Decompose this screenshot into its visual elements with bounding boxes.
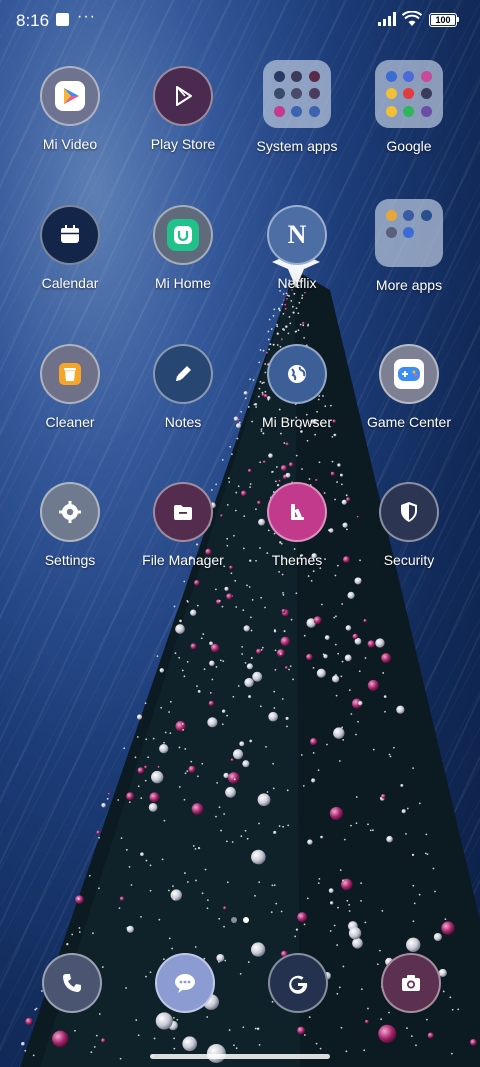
page-dot[interactable] xyxy=(231,917,237,923)
app-label: System apps xyxy=(256,138,338,154)
globe-icon[interactable] xyxy=(267,344,327,404)
app-mi-browser[interactable]: Mi Browser xyxy=(241,344,353,430)
more-notifications-icon: ··· xyxy=(77,8,96,25)
app-label: Google xyxy=(386,138,432,154)
dock-messaging[interactable] xyxy=(155,953,215,1013)
app-label: Play Store xyxy=(150,136,216,152)
app-system-apps[interactable]: System apps xyxy=(241,60,353,154)
home-indicator[interactable] xyxy=(150,1054,330,1059)
app-label: File Manager xyxy=(142,552,224,568)
netflix-icon[interactable]: N xyxy=(267,205,327,265)
app-netflix[interactable]: N Netflix xyxy=(241,205,353,291)
message-icon xyxy=(172,970,198,996)
app-more-apps[interactable]: More apps xyxy=(353,199,465,293)
battery-level: 100 xyxy=(431,15,455,25)
app-label: Security xyxy=(383,552,435,568)
app-settings[interactable]: Settings xyxy=(14,482,126,568)
app-label: Themes xyxy=(271,552,323,568)
status-bar: 8:16 ··· 100 xyxy=(0,0,480,42)
app-play-store[interactable]: Play Store xyxy=(127,66,239,152)
app-label: Netflix xyxy=(277,275,317,291)
themes-icon[interactable] xyxy=(267,482,327,542)
phone-icon xyxy=(59,970,85,996)
app-security[interactable]: Security xyxy=(353,482,465,568)
app-cleaner[interactable]: Cleaner xyxy=(14,344,126,430)
notification-icon xyxy=(56,13,69,26)
shield-icon[interactable] xyxy=(379,482,439,542)
mi-video-icon[interactable] xyxy=(40,66,100,126)
app-mi-video[interactable]: Mi Video xyxy=(14,66,126,152)
play-store-icon[interactable] xyxy=(153,66,213,126)
dock-phone[interactable] xyxy=(42,953,102,1013)
google-g-icon xyxy=(284,969,312,997)
folder-icon[interactable] xyxy=(375,60,443,128)
gear-icon[interactable] xyxy=(40,482,100,542)
app-label: Mi Browser xyxy=(261,414,332,430)
folder-icon[interactable] xyxy=(263,60,331,128)
app-mi-home[interactable]: Mi Home xyxy=(127,205,239,291)
battery-icon: 100 xyxy=(429,13,457,27)
cleaner-icon[interactable] xyxy=(40,344,100,404)
camera-icon xyxy=(398,970,424,996)
status-time: 8:16 xyxy=(16,11,50,30)
app-calendar[interactable]: Calendar xyxy=(14,205,126,291)
app-themes[interactable]: Themes xyxy=(241,482,353,568)
app-label: More apps xyxy=(375,277,443,293)
app-label: Mi Home xyxy=(154,275,211,291)
wifi-icon xyxy=(402,11,422,26)
app-game-center[interactable]: Game Center xyxy=(353,344,465,430)
dock-camera[interactable] xyxy=(381,953,441,1013)
app-notes[interactable]: Notes xyxy=(127,344,239,430)
mi-home-icon[interactable] xyxy=(153,205,213,265)
calendar-icon[interactable] xyxy=(40,205,100,265)
folder-icon[interactable] xyxy=(375,199,443,267)
app-label: Notes xyxy=(164,414,202,430)
app-label: Cleaner xyxy=(45,414,95,430)
pencil-icon[interactable] xyxy=(153,344,213,404)
signal-icon xyxy=(378,12,396,26)
page-dot-active[interactable] xyxy=(243,917,249,923)
app-label: Calendar xyxy=(41,275,99,291)
app-google[interactable]: Google xyxy=(353,60,465,154)
app-label: Game Center xyxy=(366,414,452,430)
app-label: Settings xyxy=(44,552,96,568)
battery-nub xyxy=(457,17,459,22)
gamepad-icon[interactable] xyxy=(379,344,439,404)
folder-file-icon[interactable] xyxy=(153,482,213,542)
app-label: Mi Video xyxy=(42,136,98,152)
app-file-manager[interactable]: File Manager xyxy=(127,482,239,568)
page-indicator xyxy=(228,910,252,928)
dock-google-app[interactable] xyxy=(268,953,328,1013)
